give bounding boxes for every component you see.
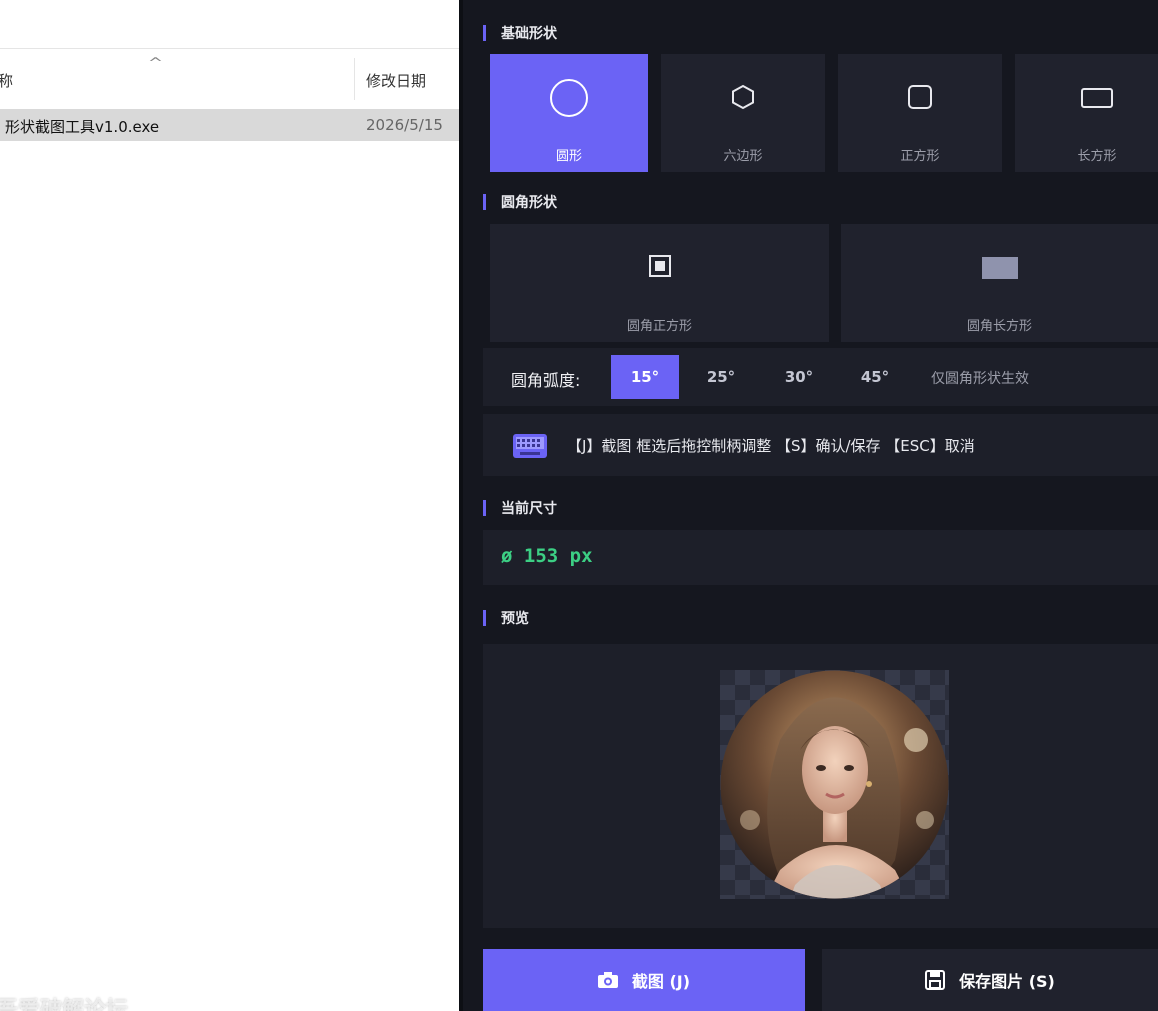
section-accent-bar <box>483 25 486 41</box>
capture-button-label: 截图 (J) <box>631 972 691 991</box>
capture-button[interactable]: 截图 (J) <box>483 949 805 1011</box>
camera-icon <box>597 972 618 988</box>
section-title-basic-shapes: 基础形状 <box>483 23 557 43</box>
shape-option-label: 圆形 <box>555 149 582 164</box>
section-accent-bar <box>483 194 486 210</box>
hexagon-icon <box>731 84 755 114</box>
rounded-square-icon <box>648 254 672 282</box>
section-title-rounded-shapes: 圆角形状 <box>483 192 557 212</box>
explorer-toolbar-area <box>0 0 459 49</box>
circle-icon <box>549 78 589 122</box>
file-name: 形状截图工具v1.0.exe <box>5 118 160 136</box>
rounded-rectangle-icon <box>981 257 1018 283</box>
transparency-checkerboard <box>720 670 949 899</box>
radius-option-30[interactable]: 30° <box>765 355 833 399</box>
file-row[interactable]: 形状截图工具v1.0.exe 2026/5/15 <box>0 109 459 141</box>
column-separator[interactable] <box>354 58 355 100</box>
shape-option-rounded-square[interactable]: 圆角正方形 <box>490 224 829 342</box>
preview-image-circle <box>720 670 949 899</box>
section-title-text: 预览 <box>501 611 529 627</box>
keyboard-icon <box>513 434 547 462</box>
sort-ascending-icon: ^ <box>147 56 164 71</box>
current-size-value: ø 153 px <box>501 545 593 567</box>
hotkey-hint-bar: 【J】截图 框选后拖控制柄调整 【S】确认/保存 【ESC】取消 <box>483 414 1158 476</box>
section-title-current-size: 当前尺寸 <box>483 498 557 518</box>
shape-option-label: 六边形 <box>723 149 763 164</box>
radius-option-45[interactable]: 45° <box>841 355 909 399</box>
shape-tool-panel: 基础形状 圆形 六边形 正方形 长方形 圆角形状 圆角正方形 圆角长方形 圆角弧… <box>463 0 1158 1011</box>
preview-area <box>483 644 1158 928</box>
rectangle-icon <box>1080 87 1114 113</box>
shape-option-label: 圆角长方形 <box>966 319 1032 334</box>
file-explorer-window: 称 ^ 修改日期 形状截图工具v1.0.exe 2026/5/15 吾爱破解论坛 <box>0 0 459 1011</box>
hotkey-hint-text: 【J】截图 框选后拖控制柄调整 【S】确认/保存 【ESC】取消 <box>567 437 975 455</box>
watermark: 吾爱破解论坛 <box>0 998 129 1011</box>
save-button-label: 保存图片 (S) <box>959 972 1055 991</box>
section-title-text: 当前尺寸 <box>501 501 557 517</box>
section-title-text: 圆角形状 <box>501 195 557 211</box>
save-image-button[interactable]: 保存图片 (S) <box>822 949 1158 1011</box>
shape-option-label: 正方形 <box>900 149 940 164</box>
section-title-text: 基础形状 <box>501 26 557 42</box>
square-icon <box>907 84 933 114</box>
shape-option-hexagon[interactable]: 六边形 <box>661 54 825 172</box>
section-accent-bar <box>483 500 486 516</box>
column-header-modified[interactable]: 修改日期 <box>366 70 426 91</box>
corner-radius-note: 仅圆角形状生效 <box>931 371 1029 387</box>
file-modified-date: 2026/5/15 <box>366 116 443 134</box>
current-size-display: ø 153 px <box>483 530 1158 585</box>
section-accent-bar <box>483 610 486 626</box>
column-header-name[interactable]: 称 <box>0 70 13 91</box>
shape-option-rounded-rectangle[interactable]: 圆角长方形 <box>841 224 1158 342</box>
shape-option-square[interactable]: 正方形 <box>838 54 1002 172</box>
section-title-preview: 预览 <box>483 608 529 628</box>
radius-option-15[interactable]: 15° <box>611 355 679 399</box>
shape-option-label: 圆角正方形 <box>626 319 692 334</box>
radius-option-25[interactable]: 25° <box>687 355 755 399</box>
save-icon <box>925 970 946 990</box>
shape-option-circle[interactable]: 圆形 <box>490 54 648 172</box>
corner-radius-selector: 圆角弧度: 15° 25° 30° 45° 仅圆角形状生效 <box>483 348 1158 406</box>
corner-radius-label: 圆角弧度: <box>511 371 581 390</box>
shape-option-label: 长方形 <box>1077 149 1117 164</box>
shape-option-rectangle[interactable]: 长方形 <box>1015 54 1158 172</box>
